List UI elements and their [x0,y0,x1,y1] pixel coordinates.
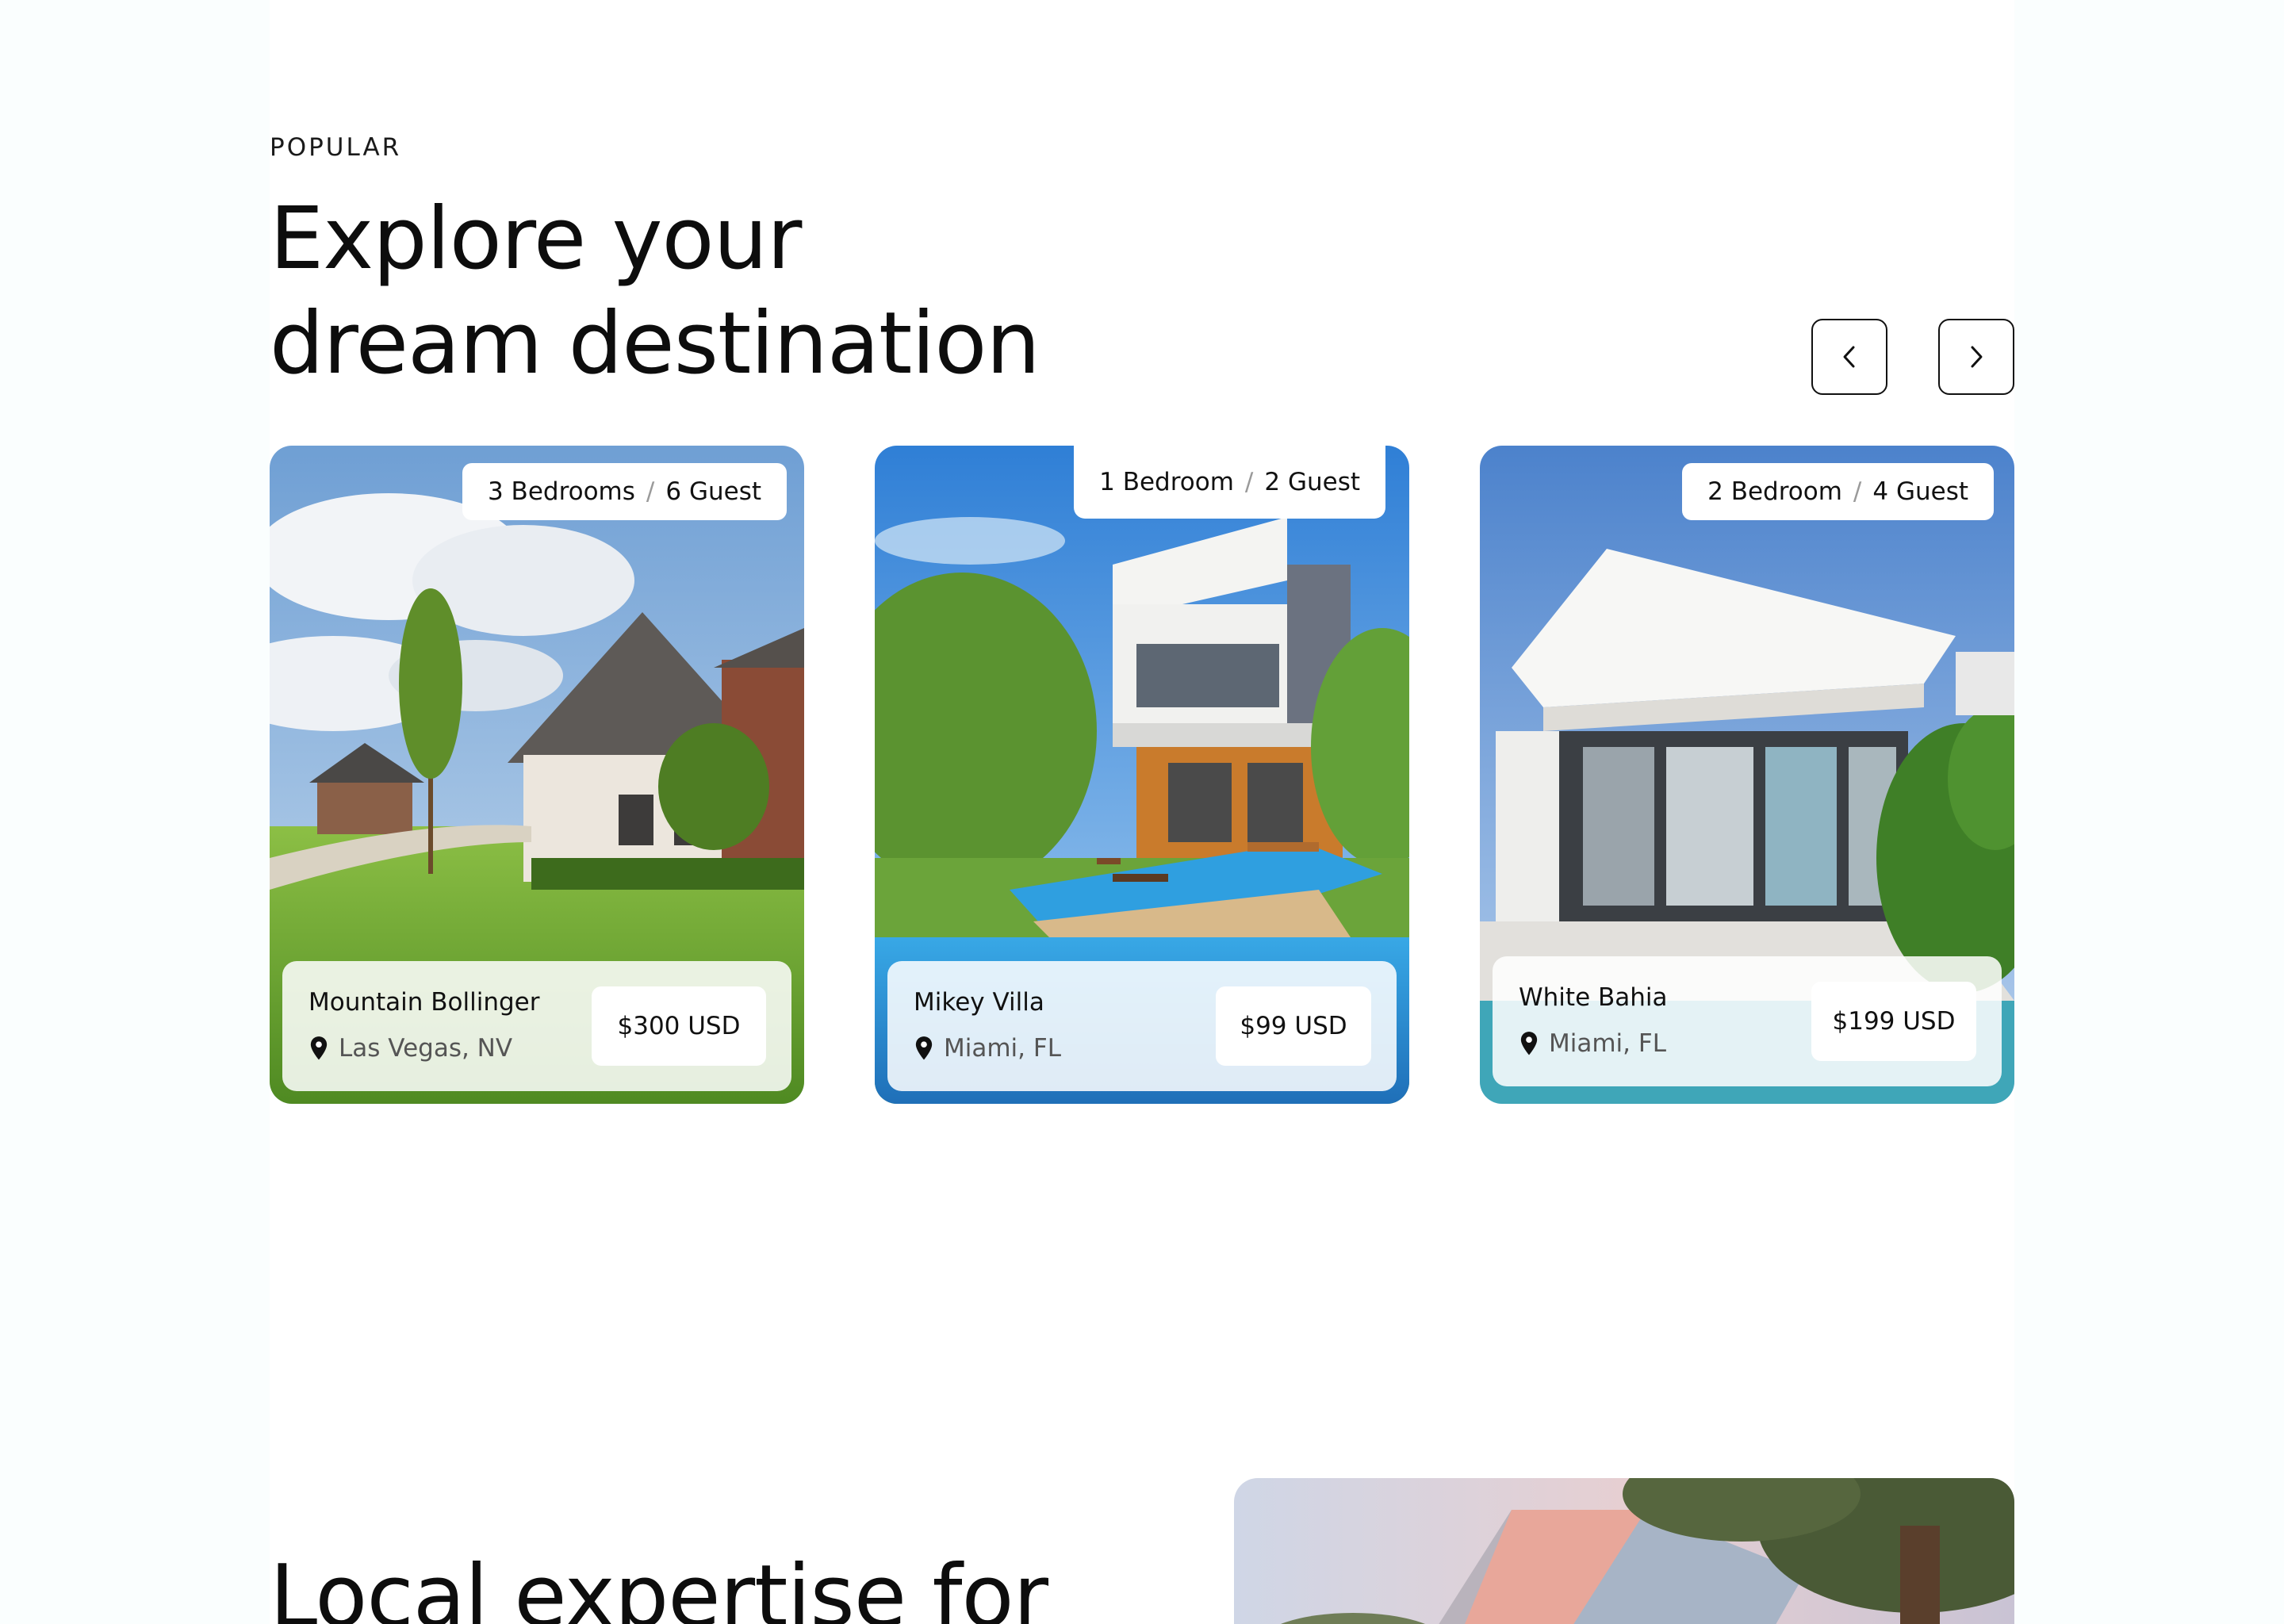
feature-photo [1234,1478,2014,1624]
price-button[interactable]: $99 USD [1216,986,1371,1066]
carousel-prev-button[interactable] [1811,319,1887,395]
property-info-panel: Mikey Villa Miami, FL $99 USD [887,961,1397,1091]
capacity-pill: 2 Bedroom / 4 Guest [1682,463,1994,520]
property-info-panel: Mountain Bollinger Las Vegas, NV $300 US… [282,961,791,1091]
bedrooms-label: 1 Bedroom [1099,468,1234,496]
headline-line-1: Explore your [270,190,802,289]
location-text: Miami, FL [1549,1029,1666,1058]
page: POPULAR Explore your dream destination 3… [0,0,2284,1624]
location-pin-icon [310,1036,328,1060]
section-headline: Explore your dream destination [270,187,1040,396]
property-card-mountain-bollinger[interactable]: 3 Bedrooms / 6 Guest Mountain Bollinger … [270,446,804,1104]
location-text: Miami, FL [944,1034,1061,1063]
property-info-panel: White Bahia Miami, FL $199 USD [1493,956,2002,1086]
property-location: Las Vegas, NV [308,1034,512,1063]
price-button[interactable]: $199 USD [1811,982,1976,1061]
property-name: White Bahia [1519,983,1668,1012]
location-pin-icon [1520,1032,1538,1055]
bedrooms-label: 2 Bedroom [1707,477,1842,506]
property-name: Mountain Bollinger [308,988,540,1017]
price-button[interactable]: $300 USD [592,986,766,1066]
guests-label: 6 Guest [665,477,761,506]
guests-label: 4 Guest [1872,477,1968,506]
next-section-heading: Local expertise for [270,1547,1048,1624]
property-card-white-bahia[interactable]: 2 Bedroom / 4 Guest White Bahia Miami, F… [1480,446,2014,1104]
guests-label: 2 Guest [1264,468,1360,496]
feature-photo-scene [1234,1478,2014,1624]
chevron-left-icon [1843,346,1855,368]
headline-line-2: dream destination [270,294,1040,393]
property-location: Miami, FL [1519,1029,1666,1058]
property-location: Miami, FL [914,1034,1061,1063]
capacity-separator: / [1244,468,1254,496]
property-name: Mikey Villa [914,988,1044,1017]
property-card-mikey-villa[interactable]: 1 Bedroom / 2 Guest Mikey Villa Miami, F… [875,446,1409,1104]
carousel-next-button[interactable] [1938,319,2014,395]
chevron-right-icon [1971,346,1983,368]
location-pin-icon [915,1036,933,1060]
capacity-pill: 1 Bedroom / 2 Guest [1074,446,1385,519]
capacity-separator: / [646,477,655,506]
section-eyebrow: POPULAR [270,133,402,162]
location-text: Las Vegas, NV [339,1034,513,1063]
bedrooms-label: 3 Bedrooms [487,477,635,506]
capacity-pill: 3 Bedrooms / 6 Guest [462,463,787,520]
capacity-separator: / [1853,477,1862,506]
